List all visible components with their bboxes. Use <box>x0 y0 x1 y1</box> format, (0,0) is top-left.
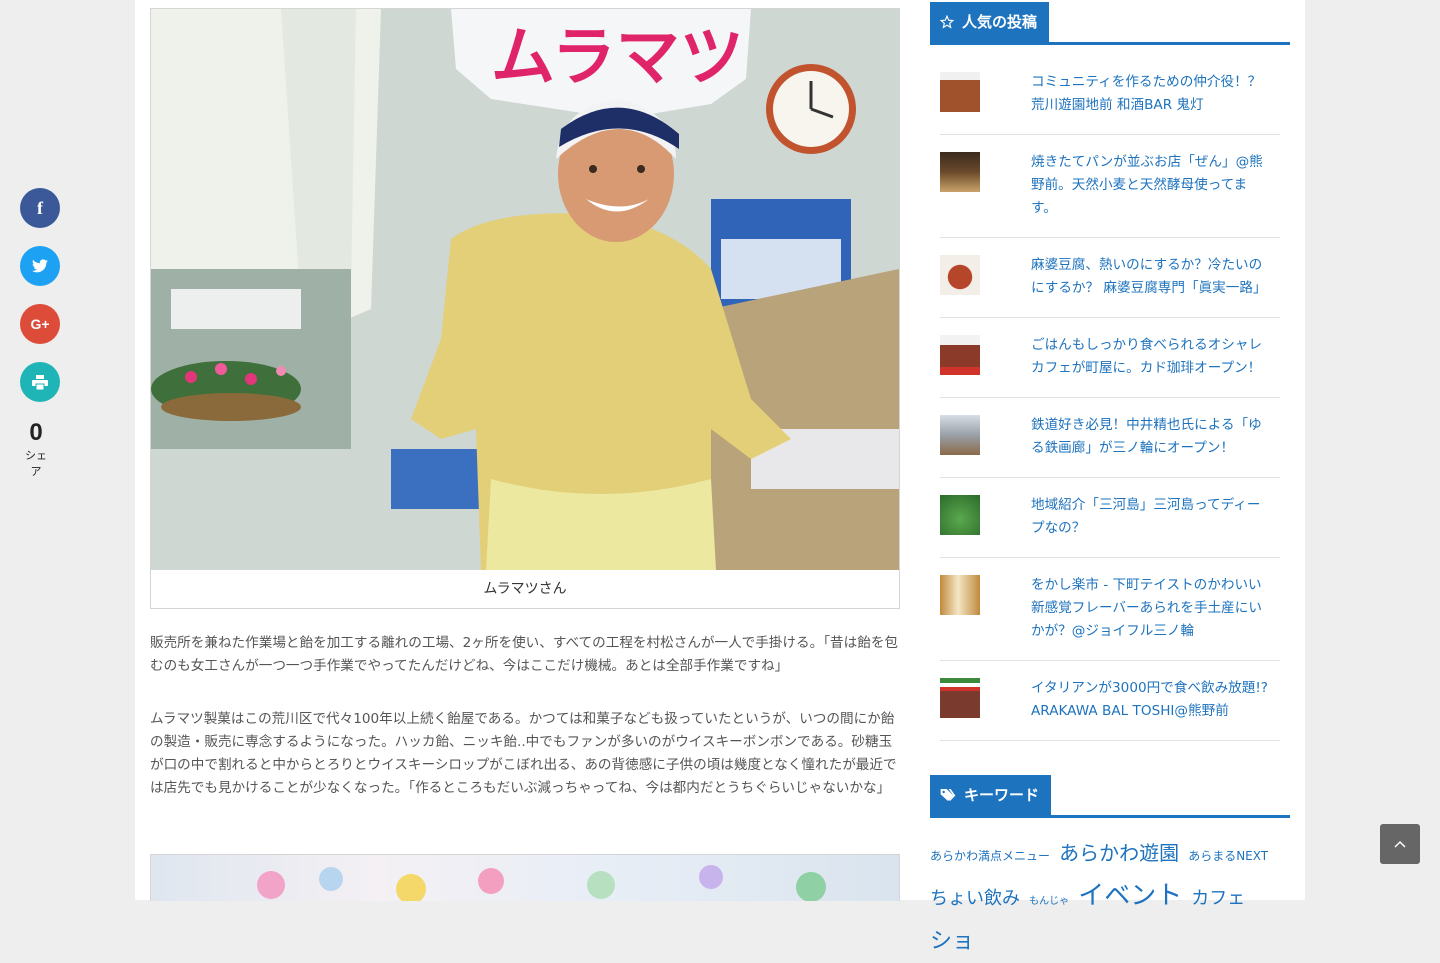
social-share-bar: f G+ <box>20 188 60 420</box>
tags-icon <box>940 789 956 801</box>
keyword-cloud: あらかわ満点メニュー あらかわ遊園 あらまるNEXT ちょい飲み もんじゃ イベ… <box>930 833 1290 963</box>
popular-posts-heading: 人気の投稿 <box>930 2 1290 45</box>
keyword-tag[interactable]: カフェ <box>1191 888 1245 909</box>
list-item[interactable]: イタリアンが3000円で食べ飲み放題!? ARAKAWA BAL TOSHI@熊… <box>940 661 1280 741</box>
post-title-link[interactable]: 麻婆豆腐、熱いのにするか？冷たいのにするか？ 麻婆豆腐専門「眞実一路」 <box>1031 254 1271 300</box>
keywords-tab: キーワード <box>930 775 1052 815</box>
list-item[interactable]: 麻婆豆腐、熱いのにするか？冷たいのにするか？ 麻婆豆腐専門「眞実一路」 <box>940 238 1280 318</box>
list-item[interactable]: 焼きたてパンが並ぶお店「ぜん」@熊野前。天然小麦と天然酵母使ってます。 <box>940 135 1280 238</box>
shop-sign-text: ムラマツ <box>491 21 744 95</box>
post-title-link[interactable]: 鉄道好き必見！中井精也氏による「ゆる鉄画廊」が三ノ輪にオープン！ <box>1031 414 1271 460</box>
keyword-tag[interactable]: もんじゃ <box>1029 896 1069 907</box>
list-item[interactable]: 鉄道好き必見！中井精也氏による「ゆる鉄画廊」が三ノ輪にオープン！ <box>940 398 1280 478</box>
keyword-tag[interactable]: あらかわ満点メニュー <box>930 849 1050 863</box>
keyword-tag[interactable]: あらまるNEXT <box>1188 849 1268 863</box>
keywords-heading: キーワード <box>930 775 1290 818</box>
post-thumbnail[interactable] <box>940 152 980 192</box>
twitter-share-button[interactable] <box>20 246 60 286</box>
keyword-tag[interactable]: あらかわ遊園 <box>1059 841 1179 865</box>
twitter-icon <box>32 259 48 273</box>
article-paragraph: ムラマツ製菓はこの荒川区で代々100年以上続く飴屋である。かつては和菓子なども扱… <box>150 711 897 796</box>
chevron-up-icon <box>1394 840 1406 848</box>
article-paragraph: 販売所を兼ねた作業場と飴を加工する離れの工場、2ヶ所を使い、すべての工程を村松さ… <box>150 635 899 674</box>
shopkeeper-photo[interactable]: ムラマツ <box>151 9 899 570</box>
list-item[interactable]: コミュニティを作るための仲介役！？荒川遊園地前 和酒BAR 鬼灯 <box>940 55 1280 135</box>
post-thumbnail[interactable] <box>940 678 980 718</box>
post-thumbnail[interactable] <box>940 575 980 615</box>
list-item[interactable]: をかし楽市 - 下町テイストのかわいい新感覚フレーバーあられを手土産にいかが？@… <box>940 558 1280 661</box>
post-title-link[interactable]: をかし楽市 - 下町テイストのかわいい新感覚フレーバーあられを手土産にいかが？@… <box>1031 574 1271 643</box>
share-count-label: シェア <box>25 449 47 478</box>
back-to-top-button[interactable] <box>1380 824 1420 864</box>
share-count: 0 シェア <box>20 420 52 479</box>
list-item[interactable]: 地域紹介「三河島」三河島ってディープなの？ <box>940 478 1280 558</box>
figure-caption: ムラマツさん <box>483 581 567 597</box>
facebook-share-button[interactable]: f <box>20 188 60 228</box>
print-button[interactable] <box>20 362 60 402</box>
post-thumbnail[interactable] <box>940 415 980 455</box>
post-title-link[interactable]: イタリアンが3000円で食べ飲み放題!? ARAKAWA BAL TOSHI@熊… <box>1031 677 1271 723</box>
keyword-tag[interactable]: ショ <box>930 929 974 954</box>
star-icon <box>940 15 954 29</box>
keyword-tag[interactable]: ちょい飲み <box>930 888 1020 909</box>
print-icon <box>32 374 48 390</box>
photo-illustration: ムラマツ <box>151 9 899 570</box>
popular-posts-title: 人気の投稿 <box>962 13 1038 31</box>
popular-posts-list: コミュニティを作るための仲介役！？荒川遊園地前 和酒BAR 鬼灯 焼きたてパンが… <box>940 55 1280 741</box>
post-thumbnail[interactable] <box>940 72 980 112</box>
post-title-link[interactable]: 焼きたてパンが並ぶお店「ぜん」@熊野前。天然小麦と天然酵母使ってます。 <box>1031 151 1271 220</box>
post-thumbnail[interactable] <box>940 335 980 375</box>
list-item[interactable]: ごはんもしっかり食べられるオシャレカフェが町屋に。カド珈琲オープン！ <box>940 318 1280 398</box>
post-thumbnail[interactable] <box>940 495 980 535</box>
keyword-tag[interactable]: イベント <box>1078 881 1182 911</box>
facebook-icon: f <box>37 197 43 218</box>
share-count-number: 0 <box>29 419 43 446</box>
popular-posts-tab: 人気の投稿 <box>930 2 1050 42</box>
google-plus-share-button[interactable]: G+ <box>20 304 60 344</box>
keywords-title: キーワード <box>964 786 1040 804</box>
post-title-link[interactable]: コミュニティを作るための仲介役！？荒川遊園地前 和酒BAR 鬼灯 <box>1031 71 1271 117</box>
candy-photo[interactable] <box>150 854 900 901</box>
post-title-link[interactable]: 地域紹介「三河島」三河島ってディープなの？ <box>1031 494 1271 540</box>
post-title-link[interactable]: ごはんもしっかり食べられるオシャレカフェが町屋に。カド珈琲オープン！ <box>1031 334 1271 380</box>
post-thumbnail[interactable] <box>940 255 980 295</box>
article-figure: ムラマツ ムラマツさん <box>150 8 900 609</box>
candy-illustration <box>257 865 826 901</box>
google-plus-icon: G+ <box>30 316 50 332</box>
